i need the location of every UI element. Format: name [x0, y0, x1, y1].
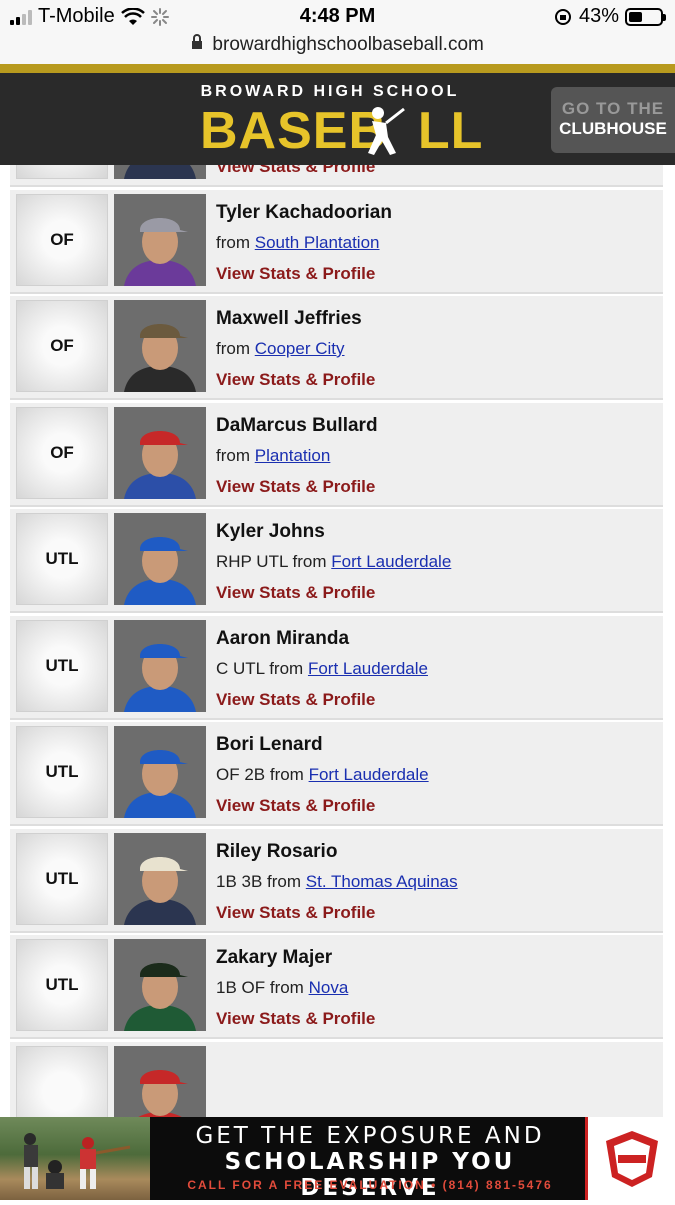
- view-stats-profile-link[interactable]: View Stats & Profile: [216, 583, 375, 603]
- view-stats-profile-link[interactable]: View Stats & Profile: [216, 1009, 375, 1029]
- clubhouse-line1: GO TO THE: [561, 99, 665, 118]
- player-origin-prefix: from: [216, 232, 250, 252]
- roster-row: OF Maxwell Jeffries from Cooper City View S…: [10, 296, 663, 400]
- roster-row: UTL Kyler Johns RHP UTL from Fort Lauderda…: [10, 509, 663, 613]
- player-origin-prefix: from: [216, 339, 250, 358]
- roster-row: OF DaMarcus Bullard from Plantation View St…: [10, 402, 663, 507]
- header-gold-strip: [0, 64, 675, 73]
- player-school-line: 1B 3B from St. Thomas Aquinas: [216, 872, 458, 892]
- view-stats-profile-link[interactable]: View Stats & Profile: [216, 477, 375, 497]
- player-origin-prefix: from: [216, 445, 250, 465]
- player-name[interactable]: Aaron Miranda: [216, 628, 349, 650]
- view-stats-profile-link[interactable]: View Stats & Profile: [216, 264, 375, 284]
- battery-percent: 43%: [578, 5, 619, 27]
- position-badge: UTL: [16, 619, 108, 712]
- player-photo[interactable]: [114, 406, 206, 499]
- logo-subtitle: BROWARD HIGH SCHOOL: [200, 83, 460, 100]
- lock-icon: [192, 34, 203, 49]
- logo-wordmark: BASEB LL: [200, 102, 484, 160]
- player-school-line: OF 2B from Fort Lauderdale: [216, 765, 429, 785]
- ad-subheadline: SCHOLARSHIP YOU DESERVE: [224, 1149, 516, 1201]
- player-name[interactable]: Kyler Johns: [216, 521, 325, 543]
- player-school-line: C UTL from Fort Lauderdale: [216, 659, 428, 679]
- school-link[interactable]: St. Thomas Aquinas: [306, 872, 458, 891]
- school-link[interactable]: Cooper City: [255, 339, 345, 358]
- player-name[interactable]: Riley Rosario: [216, 841, 337, 863]
- player-school-line: 1B OF from Nova: [216, 978, 348, 998]
- school-link[interactable]: Plantation: [255, 446, 331, 465]
- clubhouse-line2: CLUBHOUSE: [559, 119, 667, 138]
- prospect-logo: [585, 1117, 675, 1200]
- roster-row: UTL Aaron Miranda C UTL from Fort Lauderda…: [10, 615, 663, 720]
- player-origin-prefix: C UTL from: [216, 658, 304, 678]
- school-link[interactable]: Nova: [309, 978, 349, 997]
- player-origin-prefix: 1B 3B from: [216, 871, 302, 891]
- school-link[interactable]: Fort Lauderdale: [308, 659, 428, 678]
- player-school-line: RHP UTL from Fort Lauderdale: [216, 552, 451, 572]
- player-photo[interactable]: [114, 513, 206, 605]
- position-badge: UTL: [16, 513, 108, 605]
- ad-headline: GET THE EXPOSURE AND: [195, 1123, 545, 1149]
- player-photo[interactable]: [114, 619, 206, 712]
- player-name[interactable]: Maxwell Jeffries: [216, 308, 362, 330]
- position-badge: [16, 1045, 108, 1117]
- position-badge: OF: [16, 300, 108, 392]
- clubhouse-button[interactable]: GO TO THE CLUBHOUSE: [551, 87, 675, 153]
- position-badge: UTL: [16, 832, 108, 925]
- player-name[interactable]: DaMarcus Bullard: [216, 415, 378, 437]
- status-bar: T-Mobile 4:48 PM 43%: [0, 0, 675, 34]
- roster-row: UTL Zakary Majer 1B OF from Nova View Stats…: [10, 935, 663, 1039]
- batter-silhouette-icon: [368, 107, 405, 155]
- player-photo[interactable]: [114, 939, 206, 1031]
- player-photo[interactable]: [114, 300, 206, 392]
- url-text: browardhighschoolbaseball.com: [212, 34, 484, 55]
- player-name[interactable]: Zakary Majer: [216, 947, 332, 969]
- status-right: 43%: [553, 5, 666, 28]
- player-name[interactable]: Bori Lenard: [216, 734, 323, 756]
- view-stats-profile-link[interactable]: View Stats & Profile: [216, 165, 375, 177]
- view-stats-profile-link[interactable]: View Stats & Profile: [216, 903, 375, 923]
- player-name[interactable]: Tyler Kachadoorian: [216, 202, 392, 224]
- player-photo[interactable]: [114, 165, 206, 179]
- view-stats-profile-link[interactable]: View Stats & Profile: [216, 796, 375, 816]
- view-stats-profile-link[interactable]: View Stats & Profile: [216, 370, 375, 390]
- rotation-lock-icon: [554, 8, 571, 25]
- player-origin-prefix: OF 2B from: [216, 765, 304, 784]
- battery-level-fill: [629, 11, 642, 22]
- player-school-line: from Plantation: [216, 446, 330, 466]
- player-school-line: from South Plantation: [216, 233, 380, 253]
- school-link[interactable]: Fort Lauderdale: [309, 765, 429, 784]
- roster-row: UTL Riley Rosario 1B 3B from St. Thomas Aq…: [10, 828, 663, 933]
- position-badge: OF: [16, 193, 108, 286]
- ad-phone: CALL FOR A FREE EVALUATION • (814) 881-5…: [187, 1178, 553, 1192]
- roster-row: [10, 1041, 663, 1117]
- advertisement-banner[interactable]: GET THE EXPOSURE AND SCHOLARSHIP YOU DES…: [0, 1117, 675, 1201]
- roster-row: OFDevan Meranfrom St. Thomas AquinasView…: [10, 165, 663, 187]
- position-badge: UTL: [16, 939, 108, 1031]
- school-link[interactable]: Fort Lauderdale: [331, 552, 451, 571]
- site-logo[interactable]: BASEB LL: [200, 101, 482, 161]
- player-origin-prefix: 1B OF from: [216, 978, 304, 997]
- position-badge: OF: [16, 406, 108, 499]
- roster-list: OFDevan Meranfrom St. Thomas AquinasView…: [10, 165, 663, 1117]
- player-school-line: from Cooper City: [216, 339, 345, 359]
- position-badge: OF: [16, 165, 108, 179]
- player-origin-prefix: RHP UTL from: [216, 552, 327, 571]
- view-stats-profile-link[interactable]: View Stats & Profile: [216, 690, 375, 710]
- player-photo[interactable]: [114, 726, 206, 818]
- address-bar[interactable]: browardhighschoolbaseball.com: [0, 34, 675, 64]
- site-header: BROWARD HIGH SCHOOL BASEB LL GO TO THE C…: [0, 73, 675, 165]
- player-photo[interactable]: [114, 832, 206, 925]
- roster-row: OF Tyler Kachadoorian from South Plantatio…: [10, 189, 663, 294]
- player-photo[interactable]: [114, 193, 206, 286]
- battery-icon: [625, 7, 666, 26]
- school-link[interactable]: South Plantation: [255, 233, 380, 252]
- ad-photo: [0, 1117, 150, 1200]
- player-photo[interactable]: [114, 1045, 206, 1117]
- position-badge: UTL: [16, 726, 108, 818]
- roster-row: UTL Bori Lenard OF 2B from Fort Lauderdale…: [10, 722, 663, 826]
